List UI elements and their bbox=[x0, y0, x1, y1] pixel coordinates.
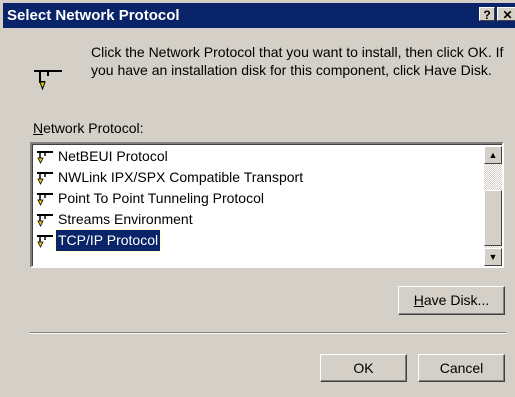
ok-button[interactable]: OK bbox=[320, 354, 407, 382]
list-item-label: Point To Point Tunneling Protocol bbox=[58, 190, 264, 206]
close-button[interactable]: ✕ bbox=[497, 7, 515, 22]
list-item[interactable]: NWLink IPX/SPX Compatible Transport bbox=[34, 167, 482, 188]
list-item-label: Streams Environment bbox=[58, 211, 193, 227]
network-protocol-label: Network Protocol: bbox=[33, 120, 144, 136]
title-bar[interactable]: Select Network Protocol ? ✕ bbox=[3, 3, 515, 28]
scroll-up-button[interactable]: ▲ bbox=[484, 146, 502, 164]
scroll-thumb[interactable] bbox=[484, 190, 502, 246]
scroll-down-button[interactable]: ▼ bbox=[484, 248, 502, 266]
vertical-scrollbar[interactable]: ▲ ▼ bbox=[484, 146, 502, 266]
list-item[interactable]: NetBEUI Protocol bbox=[34, 146, 482, 167]
list-item[interactable]: Point To Point Tunneling Protocol bbox=[34, 188, 482, 209]
have-disk-label: ave Disk... bbox=[423, 292, 490, 308]
have-disk-accelerator: H bbox=[413, 292, 424, 308]
network-protocol-icon bbox=[37, 151, 53, 164]
list-item-label: TCP/IP Protocol bbox=[54, 229, 162, 252]
network-protocol-icon bbox=[34, 70, 62, 91]
select-network-protocol-dialog: Select Network Protocol ? ✕ Click the Ne… bbox=[0, 0, 515, 397]
dialog-title: Select Network Protocol bbox=[7, 7, 180, 24]
network-protocol-icon bbox=[37, 172, 53, 185]
list-item-label: NetBEUI Protocol bbox=[58, 148, 168, 164]
label-text: etwork Protocol: bbox=[43, 120, 144, 136]
instruction-text: Click the Network Protocol that you want… bbox=[91, 44, 504, 78]
list-item-selected[interactable]: TCP/IP Protocol bbox=[34, 229, 482, 252]
network-protocol-icon bbox=[37, 235, 53, 248]
help-icon: ? bbox=[483, 8, 491, 22]
close-icon: ✕ bbox=[502, 8, 513, 22]
network-protocol-icon bbox=[37, 214, 53, 227]
network-protocol-icon bbox=[37, 193, 53, 206]
list-item[interactable]: Streams Environment bbox=[34, 209, 482, 230]
cancel-button[interactable]: Cancel bbox=[418, 354, 505, 382]
have-disk-button[interactable]: Have Disk... bbox=[398, 286, 505, 315]
list-item-label: NWLink IPX/SPX Compatible Transport bbox=[58, 169, 304, 185]
help-button[interactable]: ? bbox=[479, 7, 495, 22]
label-accelerator: N bbox=[33, 120, 44, 136]
arrow-down-icon: ▼ bbox=[488, 252, 498, 262]
divider bbox=[30, 332, 506, 334]
arrow-up-icon: ▲ bbox=[488, 150, 498, 160]
protocol-listbox[interactable]: NetBEUI Protocol NWLink IPX/SPX Compatib… bbox=[30, 142, 504, 268]
protocol-list: NetBEUI Protocol NWLink IPX/SPX Compatib… bbox=[34, 146, 482, 252]
